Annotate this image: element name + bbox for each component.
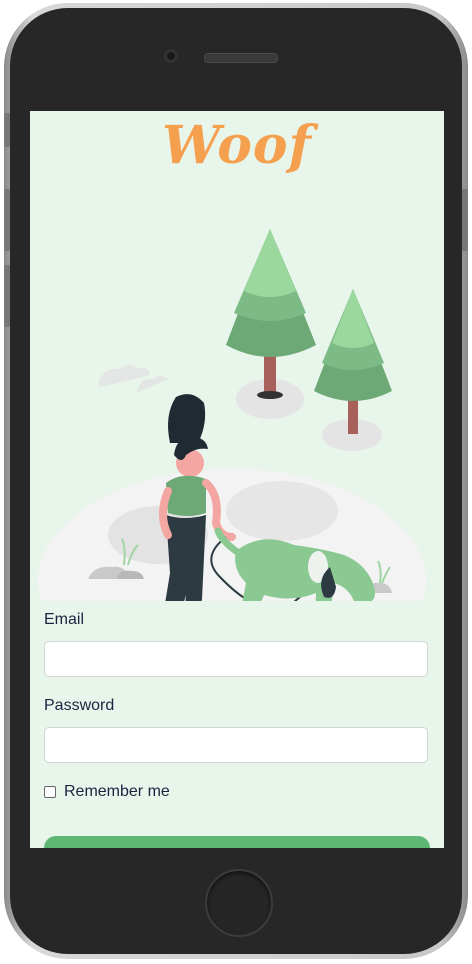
email-field[interactable] [44,641,428,677]
login-button[interactable] [44,836,430,848]
password-label: Password [44,697,115,714]
app-screen: Woof Email Password Remember me [30,111,444,848]
remember-me-label[interactable]: Remember me [64,783,170,801]
tree-small [314,289,392,434]
email-label: Email [44,611,85,628]
power-button [462,189,468,251]
cloud-icons [98,365,168,393]
home-button[interactable] [205,869,273,937]
password-field[interactable] [44,727,428,763]
remember-me-checkbox[interactable] [44,786,56,798]
tree-large [226,229,316,399]
speaker-grille [204,53,278,63]
dog-walking-illustration [38,229,426,601]
camera-icon [164,49,178,63]
app-logo: Woof [162,115,312,176]
